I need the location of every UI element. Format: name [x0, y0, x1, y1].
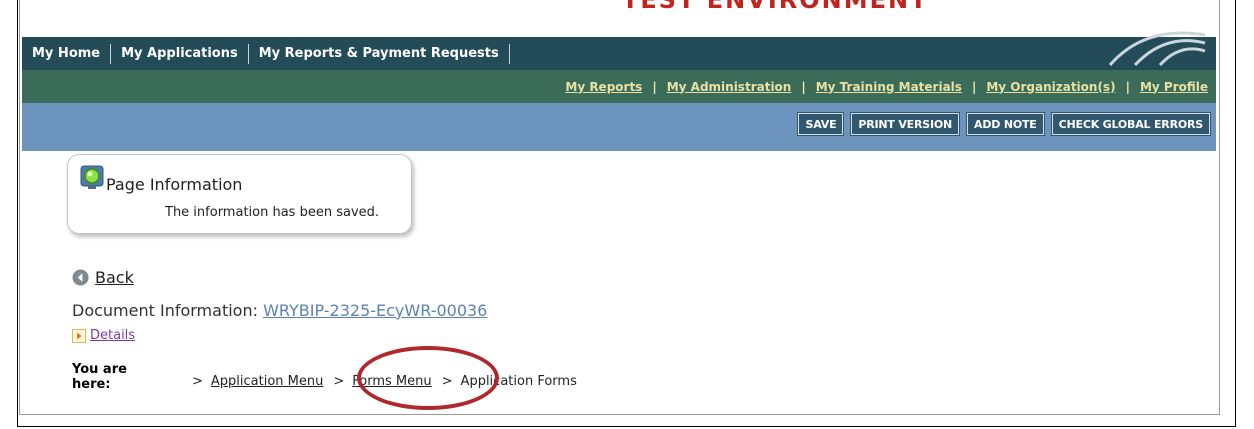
- page-information-title: Page Information: [106, 175, 243, 194]
- nav-my-applications[interactable]: My Applications: [111, 46, 248, 61]
- sub-nav: My Reports | My Administration | My Trai…: [565, 70, 1208, 103]
- subnav-my-profile[interactable]: My Profile: [1140, 80, 1208, 94]
- back-link-row: Back: [72, 268, 134, 287]
- document-id-link[interactable]: WRYBIP-2325-EcyWR-00036: [263, 301, 487, 320]
- check-global-errors-button[interactable]: CHECK GLOBAL ERRORS: [1050, 112, 1212, 136]
- main-navigation-bar: My Home My Applications My Reports & Pay…: [22, 31, 1216, 70]
- secondary-navigation-bar: My Reports | My Administration | My Trai…: [22, 70, 1216, 103]
- details-row: Details: [72, 328, 135, 343]
- page-information-message: The information has been saved.: [165, 205, 380, 220]
- subnav-divider: |: [652, 79, 657, 94]
- nav-my-reports-payment-requests[interactable]: My Reports & Payment Requests: [249, 46, 509, 61]
- document-information: Document Information: WRYBIP-2325-EcyWR-…: [72, 301, 487, 320]
- document-information-label: Document Information:: [72, 301, 258, 320]
- main-nav: My Home My Applications My Reports & Pay…: [22, 37, 510, 70]
- subnav-my-training-materials[interactable]: My Training Materials: [816, 80, 962, 94]
- header-banner: TEST ENVIRONMENT: [22, 0, 1216, 37]
- green-light-icon: [80, 165, 104, 189]
- details-link[interactable]: Details: [90, 328, 135, 343]
- expand-arrow-icon[interactable]: [72, 328, 86, 343]
- logo-swoosh-icon: [1108, 31, 1206, 67]
- breadcrumb-separator: >: [333, 374, 345, 389]
- save-button[interactable]: SAVE: [797, 112, 845, 136]
- page-information-panel: Page Information The information has bee…: [67, 154, 412, 234]
- subnav-divider: |: [801, 79, 806, 94]
- nav-my-home[interactable]: My Home: [32, 46, 110, 61]
- annotation-highlight-circle: [357, 346, 499, 410]
- breadcrumb-application-menu[interactable]: Application Menu: [211, 374, 323, 389]
- you-are-here-label: You are here:: [72, 362, 127, 392]
- subnav-divider: |: [971, 79, 977, 94]
- subnav-my-reports[interactable]: My Reports: [565, 80, 642, 94]
- add-note-button[interactable]: ADD NOTE: [966, 112, 1045, 136]
- print-version-button[interactable]: PRINT VERSION: [850, 112, 961, 136]
- subnav-divider: |: [1125, 79, 1130, 94]
- action-toolbar-bar: SAVE PRINT VERSION ADD NOTE CHECK GLOBAL…: [22, 103, 1216, 151]
- subnav-my-administration[interactable]: My Administration: [667, 80, 792, 94]
- breadcrumb-separator: >: [192, 374, 203, 389]
- back-link[interactable]: Back: [95, 268, 134, 287]
- environment-banner: TEST ENVIRONMENT: [622, 0, 929, 14]
- toolbar: SAVE PRINT VERSION ADD NOTE CHECK GLOBAL…: [797, 112, 1212, 136]
- back-arrow-icon[interactable]: [72, 269, 89, 286]
- nav-divider: [508, 43, 510, 64]
- subnav-my-organizations[interactable]: My Organization(s): [986, 80, 1115, 94]
